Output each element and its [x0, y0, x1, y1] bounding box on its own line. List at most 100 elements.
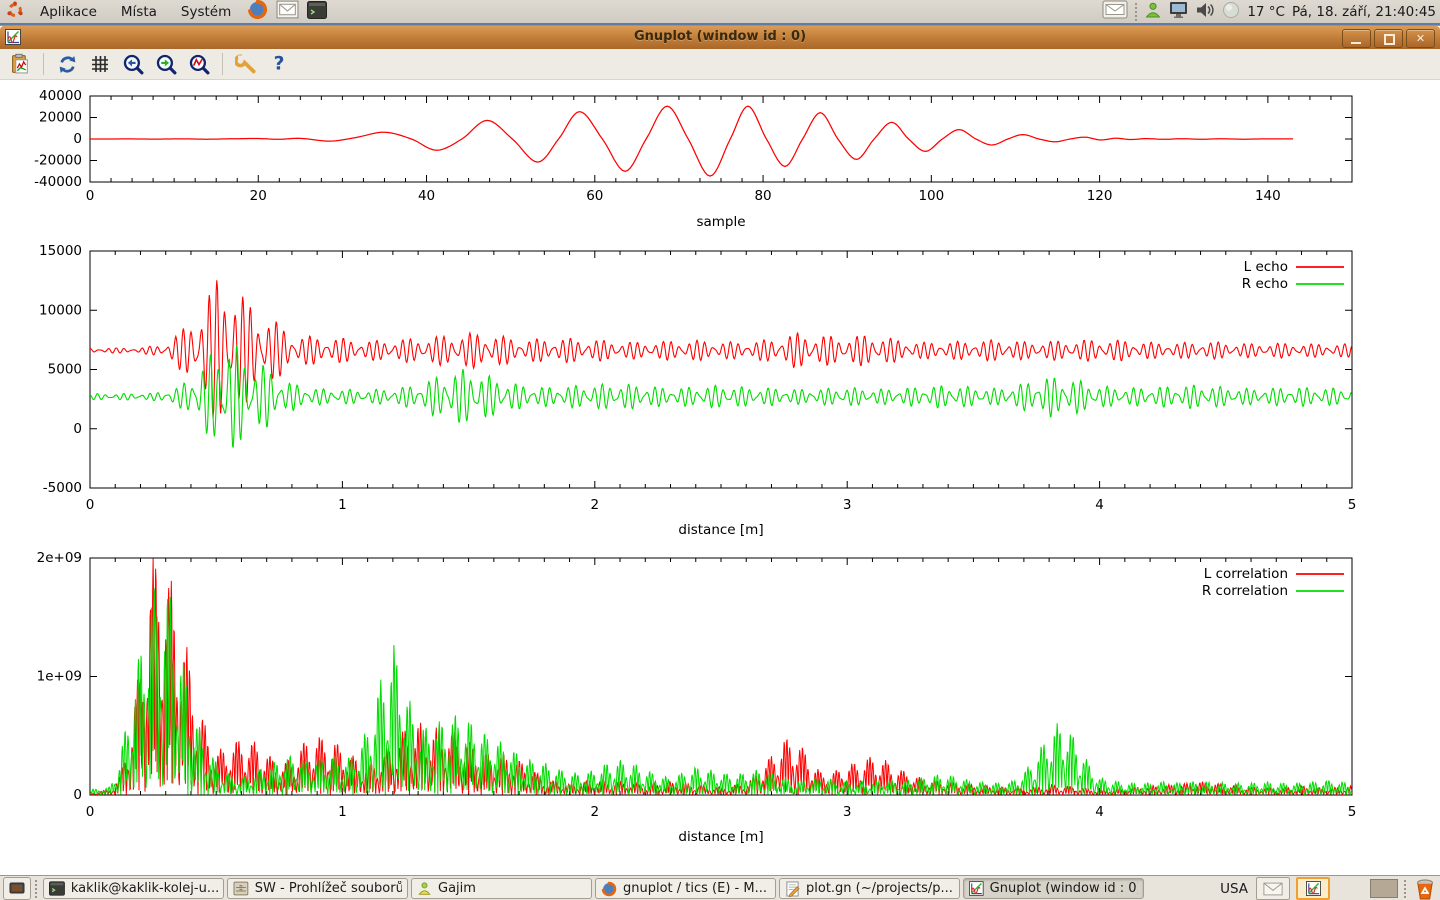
x-tick-label: 3	[843, 804, 852, 820]
plots-svg: 020406080100120140-40000-200000200004000…	[0, 80, 1440, 875]
toolbar-separator	[222, 53, 223, 75]
x-tick-label: 20	[250, 188, 267, 204]
x-tick-label: 1	[338, 497, 347, 513]
plot-frame	[90, 558, 1352, 795]
series-l-correlation	[90, 559, 1352, 795]
display-settings-icon[interactable]	[1169, 1, 1188, 23]
window-title: Gnuplot (window id : 0)	[0, 29, 1440, 44]
keyboard-layout-indicator[interactable]: USA	[1220, 881, 1248, 897]
desktop: Aplikace Místa Systém	[0, 0, 1440, 900]
menu-applications[interactable]: Aplikace	[32, 2, 105, 22]
copy-to-clipboard-icon[interactable]	[8, 52, 32, 76]
toolbar-separator	[43, 53, 44, 75]
settings-wrench-icon[interactable]	[234, 52, 258, 76]
x-axis-label: distance [m]	[678, 829, 763, 845]
y-tick-label: -20000	[34, 153, 82, 169]
minimize-button[interactable]	[1342, 29, 1371, 48]
x-tick-label: 4	[1095, 497, 1104, 513]
window-titlebar[interactable]: Gnuplot (window id : 0) ✕	[0, 26, 1440, 50]
volume-icon[interactable]	[1195, 1, 1215, 23]
weather-icon[interactable]	[1222, 1, 1240, 23]
series-r-echo	[90, 345, 1352, 447]
series-signal	[90, 106, 1293, 176]
y-tick-label: 0	[73, 787, 82, 803]
x-tick-label: 60	[586, 188, 603, 204]
taskbar-grip[interactable]	[1404, 880, 1406, 898]
panel-edge	[0, 23, 1440, 25]
maximize-button[interactable]	[1374, 29, 1403, 48]
ubuntu-logo-icon[interactable]	[6, 1, 24, 23]
y-tick-label: 5000	[48, 362, 82, 378]
taskbar-item-text-editor[interactable]: plot.gn (~/projects/p...	[779, 878, 960, 899]
minimize-icon	[1351, 42, 1361, 44]
tray-gnuplot-button[interactable]	[1296, 877, 1330, 900]
x-tick-label: 5	[1348, 804, 1357, 820]
close-button[interactable]: ✕	[1406, 29, 1435, 48]
temperature-applet[interactable]: 17 °C	[1247, 4, 1285, 20]
y-tick-label: 1e+09	[37, 669, 82, 685]
x-axis-label: sample	[696, 214, 745, 230]
zoom-next-icon[interactable]	[154, 52, 178, 76]
clock-applet[interactable]: Pá, 18. září, 21:40:45	[1292, 4, 1436, 20]
x-tick-label: 80	[754, 188, 771, 204]
y-tick-label: 15000	[39, 243, 82, 259]
x-tick-label: 4	[1095, 804, 1104, 820]
legend-label: L echo	[1244, 259, 1288, 275]
x-tick-label: 2	[591, 804, 600, 820]
x-tick-label: 120	[1087, 188, 1113, 204]
x-tick-label: 5	[1348, 497, 1357, 513]
x-tick-label: 3	[843, 497, 852, 513]
menu-places[interactable]: Místa	[113, 2, 165, 22]
svg-text:?: ?	[274, 54, 285, 75]
close-icon: ✕	[1407, 30, 1434, 47]
x-tick-label: 0	[86, 497, 95, 513]
x-tick-label: 40	[418, 188, 435, 204]
taskbar-item-gajim[interactable]: Gajim	[411, 878, 592, 899]
x-tick-label: 0	[86, 188, 95, 204]
tray-mail-button[interactable]	[1256, 877, 1290, 900]
taskbar-item-terminal[interactable]: kaklik@kaklik-kolej-u...	[43, 878, 224, 899]
mail-launcher-icon[interactable]	[276, 0, 299, 23]
y-tick-label: -5000	[43, 480, 82, 496]
y-tick-label: 0	[73, 421, 82, 437]
series-r-correlation	[90, 588, 1352, 794]
x-tick-label: 0	[86, 804, 95, 820]
taskbar-item-firefox[interactable]: gnuplot / tics (E) - M...	[595, 878, 776, 899]
x-axis-label: distance [m]	[678, 522, 763, 538]
replot-icon[interactable]	[55, 52, 79, 76]
tray-grip[interactable]	[1135, 3, 1137, 21]
gnuplot-canvas[interactable]: 020406080100120140-40000-200000200004000…	[0, 80, 1440, 875]
maximize-icon	[1384, 34, 1395, 45]
gnuplot-toolbar: ?	[0, 49, 1440, 80]
taskbar-grip[interactable]	[35, 880, 37, 898]
grid-toggle-icon[interactable]	[88, 52, 112, 76]
x-tick-label: 140	[1255, 188, 1281, 204]
workspace-switcher[interactable]	[1370, 879, 1398, 898]
x-tick-label: 100	[918, 188, 944, 204]
terminal-launcher-icon[interactable]	[307, 1, 327, 23]
y-tick-label: 20000	[39, 110, 82, 126]
legend-label: L correlation	[1204, 566, 1288, 582]
zoom-previous-icon[interactable]	[121, 52, 145, 76]
show-desktop-button[interactable]	[3, 877, 31, 900]
firefox-launcher-icon[interactable]	[247, 0, 268, 24]
legend-label: R correlation	[1202, 583, 1288, 599]
y-tick-label: -40000	[34, 174, 82, 190]
y-tick-label: 40000	[39, 88, 82, 104]
menu-system[interactable]: Systém	[173, 2, 239, 22]
y-tick-label: 0	[73, 131, 82, 147]
help-icon[interactable]: ?	[267, 52, 291, 76]
taskbar-item-file-manager[interactable]: SW - Prohlížeč souborů	[227, 878, 408, 899]
taskbar: kaklik@kaklik-kolej-u... SW - Prohlížeč …	[0, 875, 1440, 900]
mail-notification-icon[interactable]	[1102, 0, 1128, 23]
x-tick-label: 2	[591, 497, 600, 513]
trash-icon[interactable]	[1412, 877, 1438, 900]
y-tick-label: 2e+09	[37, 550, 82, 566]
taskbar-item-gnuplot[interactable]: Gnuplot (window id : 0)	[963, 878, 1144, 899]
top-panel: Aplikace Místa Systém	[0, 0, 1440, 26]
y-tick-label: 10000	[39, 302, 82, 318]
legend-label: R echo	[1242, 276, 1288, 292]
user-switcher-icon[interactable]	[1144, 1, 1162, 23]
x-tick-label: 1	[338, 804, 347, 820]
autoscale-icon[interactable]	[187, 52, 211, 76]
